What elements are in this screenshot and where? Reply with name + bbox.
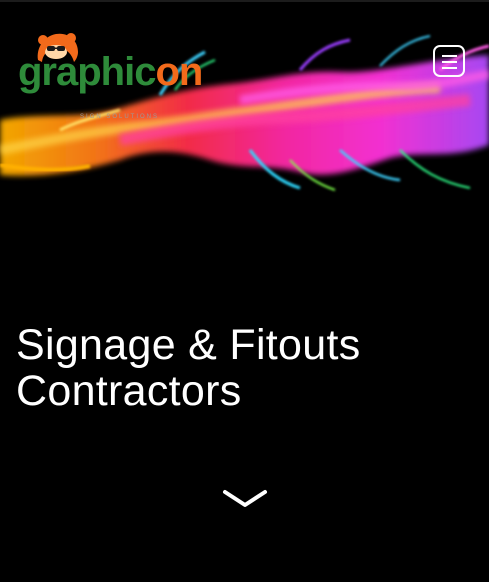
page: graphicon SIGN SOLUTIONS Signage & Fitou… xyxy=(0,0,489,582)
logo-wordmark-part2: on xyxy=(155,50,203,94)
chevron-down-icon[interactable] xyxy=(222,488,268,512)
menu-button[interactable] xyxy=(433,45,465,77)
hero-title-line-2: Contractors xyxy=(16,367,242,415)
logo-wordmark: graphicon xyxy=(18,50,203,94)
hero-title-line-1: Signage & Fitouts xyxy=(16,321,361,369)
graphicon-logo[interactable]: graphicon SIGN SOLUTIONS xyxy=(18,30,203,120)
logo-tagline: SIGN SOLUTIONS xyxy=(80,114,160,120)
hamburger-icon-bar-bottom xyxy=(442,67,457,69)
hamburger-icon xyxy=(442,55,457,57)
hero-title: Signage & Fitouts Contractors xyxy=(16,322,476,414)
logo-wordmark-part1: graphic xyxy=(18,50,156,94)
hamburger-icon-bar-middle xyxy=(442,61,457,63)
